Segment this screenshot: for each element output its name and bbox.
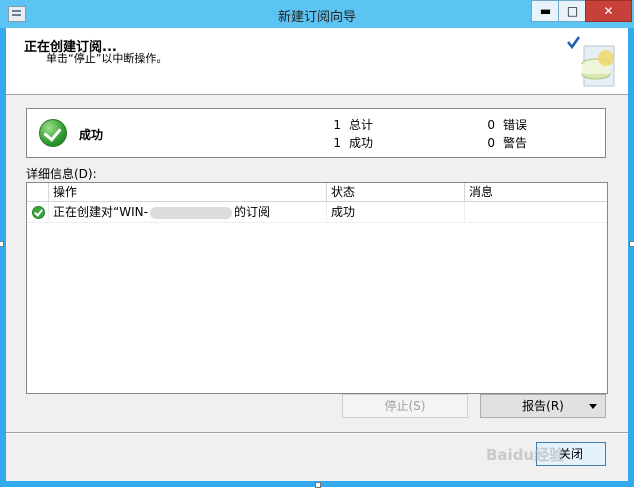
stat-total-count: 1 — [333, 118, 341, 132]
wizard-graphic-icon — [567, 36, 615, 87]
stat-success-count: 1 — [333, 136, 341, 150]
table-row[interactable]: 正在创建对“WIN- 的订阅 成功 — [27, 202, 607, 223]
column-header-status[interactable]: 状态 — [326, 183, 463, 201]
title-bar[interactable]: 新建订阅向导 ▬ □ ✕ — [0, 0, 634, 28]
footer-divider — [6, 432, 628, 434]
stat-success: 1 成功 — [329, 134, 373, 151]
stat-total-label: 总计 — [349, 118, 374, 132]
page-subtitle: 单击“停止”以中断操作。 — [46, 52, 168, 65]
resize-handle-right[interactable] — [629, 241, 634, 247]
summary-panel: 成功 1 总计 1 成功 0 错误 0 警告 — [26, 108, 606, 158]
report-button-label: 报告(R) — [522, 399, 564, 413]
stat-error-label: 错误 — [503, 118, 528, 132]
stat-warning-count: 0 — [487, 136, 495, 150]
stat-warning-label: 警告 — [503, 136, 528, 150]
cell-action: 正在创建对“WIN- 的订阅 — [48, 202, 325, 222]
column-header-message[interactable]: 消息 — [464, 183, 607, 201]
maximize-button[interactable]: □ — [558, 0, 587, 22]
resize-handle-bottom[interactable] — [315, 482, 321, 488]
stop-button[interactable]: 停止(S) — [342, 394, 468, 418]
dialog-body: 正在创建订阅... 单击“停止”以中断操作。 成功 1 总计 1 成功 0 错误 — [6, 28, 628, 481]
stat-warning: 0 警告 — [483, 134, 527, 151]
minimize-button[interactable]: ▬ — [531, 0, 560, 22]
details-table[interactable]: 操作 状态 消息 正在创建对“WIN- 的订阅 成功 — [26, 182, 608, 394]
overall-status: 成功 — [79, 128, 104, 142]
details-label: 详细信息(D): — [26, 167, 97, 181]
wizard-window: 新建订阅向导 ▬ □ ✕ 正在创建订阅... 单击“停止”以中断操作。 成功 1… — [0, 0, 634, 487]
close-button[interactable]: 关闭 — [536, 442, 606, 466]
stat-error: 0 错误 — [483, 116, 527, 133]
success-small-icon — [32, 206, 45, 219]
report-button[interactable]: 报告(R) — [480, 394, 606, 418]
redacted-server-name — [149, 206, 232, 219]
cell-message — [464, 202, 607, 222]
close-window-button[interactable]: ✕ — [585, 0, 632, 22]
cell-status: 成功 — [326, 202, 463, 222]
header-icon-column — [27, 183, 47, 201]
resize-handle-left[interactable] — [0, 241, 4, 247]
stat-total: 1 总计 — [329, 116, 373, 133]
chevron-down-icon — [589, 404, 597, 409]
column-header-action[interactable]: 操作 — [48, 183, 325, 201]
table-header: 操作 状态 消息 — [27, 183, 607, 202]
action-text-prefix: 正在创建对“WIN- — [53, 205, 148, 219]
wizard-header: 正在创建订阅... 单击“停止”以中断操作。 — [6, 28, 628, 95]
stat-success-label: 成功 — [349, 136, 374, 150]
success-icon — [39, 119, 67, 147]
action-text-suffix: 的订阅 — [233, 205, 270, 219]
stat-error-count: 0 — [487, 118, 495, 132]
